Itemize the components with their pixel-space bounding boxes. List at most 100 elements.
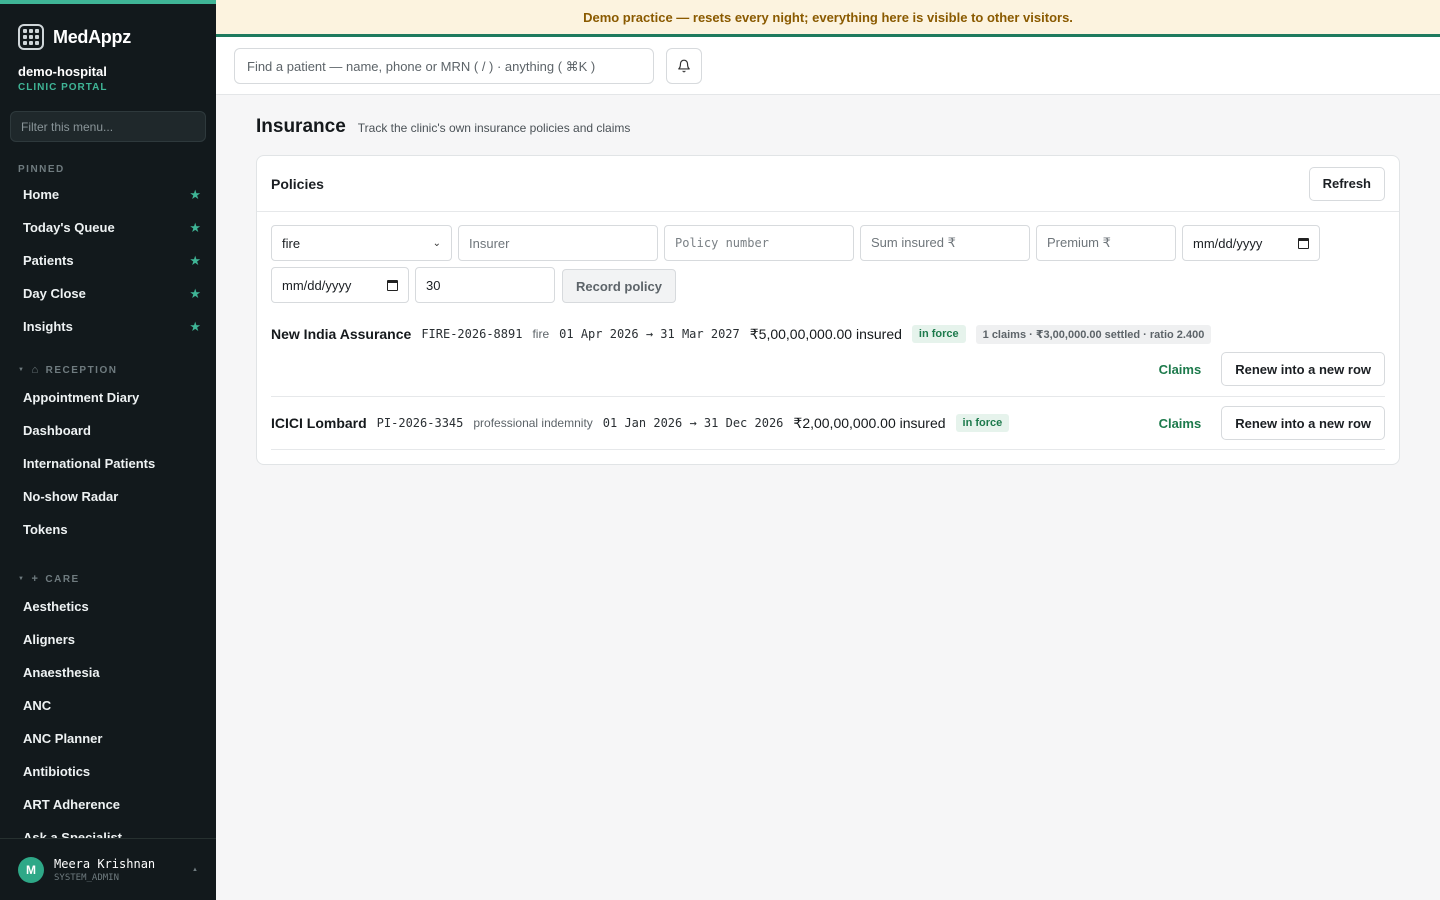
policy-type: fire — [532, 327, 550, 341]
sidebar-item-international-patients[interactable]: International Patients — [0, 447, 216, 480]
claims-link[interactable]: Claims — [1159, 362, 1202, 377]
star-icon[interactable]: ★ — [189, 187, 201, 203]
policy-number-input[interactable]: Policy number — [664, 225, 854, 261]
calendar-icon[interactable] — [387, 279, 398, 291]
star-icon[interactable]: ★ — [189, 220, 201, 236]
sidebar-item-todays-queue[interactable]: Today's Queue ★ — [0, 211, 216, 244]
section-care[interactable]: ▼ + CARE — [0, 572, 216, 586]
sidebar-item-label: ART Adherence — [23, 797, 121, 812]
refresh-button[interactable]: Refresh — [1308, 166, 1385, 201]
star-icon[interactable]: ★ — [189, 253, 201, 269]
policy-number: FIRE-2026-8891 — [421, 327, 523, 341]
demo-banner: Demo practice — resets every night; ever… — [216, 0, 1440, 37]
policy-period: 01 Jan 2026 → 31 Dec 2026 — [602, 416, 784, 430]
sidebar-item-label: No-show Radar — [23, 489, 119, 504]
reminder-days-input[interactable]: 30 — [415, 267, 555, 303]
sidebar-item-label: Antibiotics — [23, 764, 91, 779]
user-menu[interactable]: M Meera Krishnan SYSTEM_ADMIN ▲ — [0, 838, 216, 900]
policy-type: professional indemnity — [473, 416, 593, 430]
insurer-input[interactable]: Insurer — [458, 225, 658, 261]
user-info: Meera Krishnan SYSTEM_ADMIN — [54, 857, 155, 883]
org-name: demo-hospital — [18, 64, 107, 79]
sidebar-item-patients[interactable]: Patients ★ — [0, 244, 216, 277]
section-reception-label: RECEPTION — [45, 364, 118, 376]
record-policy-button[interactable]: Record policy — [562, 269, 676, 303]
brand[interactable]: MedAppz — [0, 4, 216, 56]
sidebar-item-no-show-radar[interactable]: No-show Radar — [0, 480, 216, 513]
card-title: Policies — [271, 175, 324, 192]
renew-button[interactable]: Renew into a new row — [1221, 352, 1385, 386]
sidebar-item-label: International Patients — [23, 456, 156, 471]
reception-list: Appointment Diary Dashboard Internationa… — [0, 381, 216, 546]
sidebar-item-anc-planner[interactable]: ANC Planner — [0, 722, 216, 755]
sidebar: MedAppz demo-hospital CLINIC PORTAL PINN… — [0, 0, 216, 900]
app-grid-logo-icon — [18, 24, 44, 50]
plus-icon: + — [31, 573, 40, 585]
care-list: Aesthetics Aligners Anaesthesia ANC ANC … — [0, 590, 216, 854]
sidebar-item-home[interactable]: Home ★ — [0, 178, 216, 211]
sum-insured: ₹5,00,00,000.00 insured — [749, 325, 902, 342]
sidebar-item-label: Tokens — [23, 522, 68, 537]
sidebar-item-label: Appointment Diary — [23, 390, 140, 405]
sidebar-item-label: Aesthetics — [23, 599, 89, 614]
premium-input[interactable]: Premium ₹ — [1036, 225, 1176, 261]
avatar: M — [18, 856, 44, 883]
sidebar-item-dashboard[interactable]: Dashboard — [0, 414, 216, 447]
org-subtitle: CLINIC PORTAL — [18, 82, 108, 93]
sidebar-item-appointment-diary[interactable]: Appointment Diary — [0, 381, 216, 414]
sum-insured-input[interactable]: Sum insured ₹ — [860, 225, 1030, 261]
policy-type-select[interactable]: fire ⌄ — [271, 225, 452, 261]
policy-period: 01 Apr 2026 → 31 Mar 2027 — [559, 327, 740, 341]
sidebar-item-anaesthesia[interactable]: Anaesthesia — [0, 656, 216, 689]
status-badge: in force — [911, 325, 966, 343]
page-title: Insurance — [256, 116, 346, 137]
section-pinned: PINNED — [18, 163, 65, 175]
calendar-icon[interactable] — [1298, 237, 1309, 249]
end-date-value: mm/dd/yyyy — [282, 277, 352, 293]
patient-search-input[interactable] — [234, 48, 654, 84]
insurer-name: New India Assurance — [271, 326, 412, 342]
sidebar-item-antibiotics[interactable]: Antibiotics — [0, 755, 216, 788]
topbar — [216, 37, 1440, 95]
page-subtitle: Track the clinic's own insurance policie… — [357, 121, 631, 135]
policies-card: Policies Refresh fire ⌄ Insurer Policy n… — [256, 155, 1400, 465]
sidebar-item-aligners[interactable]: Aligners — [0, 623, 216, 656]
policy-row: ICICI Lombard PI-2026-3345 professional … — [271, 397, 1385, 450]
pinned-list: Home ★ Today's Queue ★ Patients ★ Day Close… — [0, 178, 216, 343]
sidebar-item-label: Anaesthesia — [23, 665, 100, 680]
start-date-input[interactable]: mm/dd/yyyy — [1182, 225, 1320, 261]
end-date-input[interactable]: mm/dd/yyyy — [271, 267, 409, 303]
sidebar-item-label: Insights — [23, 319, 73, 334]
sidebar-item-label: Day Close — [23, 286, 86, 301]
card-header: Policies Refresh — [257, 156, 1399, 212]
sidebar-item-day-close[interactable]: Day Close ★ — [0, 277, 216, 310]
menu-filter-input[interactable] — [10, 111, 206, 142]
sidebar-item-label: Patients — [23, 253, 74, 268]
policy-row: New India Assurance FIRE-2026-8891 fire … — [271, 314, 1385, 397]
renew-button[interactable]: Renew into a new row — [1221, 406, 1385, 440]
sum-insured: ₹2,00,00,000.00 insured — [793, 414, 946, 431]
notifications-button[interactable] — [666, 48, 702, 84]
section-reception[interactable]: ▼ ⌂ RECEPTION — [0, 363, 216, 377]
sidebar-item-insights[interactable]: Insights ★ — [0, 310, 216, 343]
sidebar-item-label: ANC Planner — [23, 731, 103, 746]
caret-icon: ▲ — [192, 866, 198, 873]
star-icon[interactable]: ★ — [189, 319, 201, 335]
sidebar-item-anc[interactable]: ANC — [0, 689, 216, 722]
bell-icon — [678, 59, 690, 73]
caret-down-icon: ▼ — [18, 367, 26, 373]
star-icon[interactable]: ★ — [189, 286, 201, 302]
sidebar-item-tokens[interactable]: Tokens — [0, 513, 216, 546]
status-badge: in force — [955, 414, 1010, 432]
user-role: SYSTEM_ADMIN — [54, 872, 120, 883]
claims-link[interactable]: Claims — [1159, 416, 1202, 431]
home-icon: ⌂ — [31, 364, 40, 376]
sidebar-item-label: ANC — [23, 698, 52, 713]
sidebar-item-art-adherence[interactable]: ART Adherence — [0, 788, 216, 821]
brand-name: MedAppz — [53, 26, 131, 47]
user-name: Meera Krishnan — [54, 856, 156, 871]
claims-summary-badge: 1 claims · ₹3,00,000.00 settled · ratio … — [975, 324, 1212, 344]
sidebar-item-label: Aligners — [23, 632, 76, 647]
caret-down-icon: ▼ — [18, 576, 26, 582]
sidebar-item-aesthetics[interactable]: Aesthetics — [0, 590, 216, 623]
